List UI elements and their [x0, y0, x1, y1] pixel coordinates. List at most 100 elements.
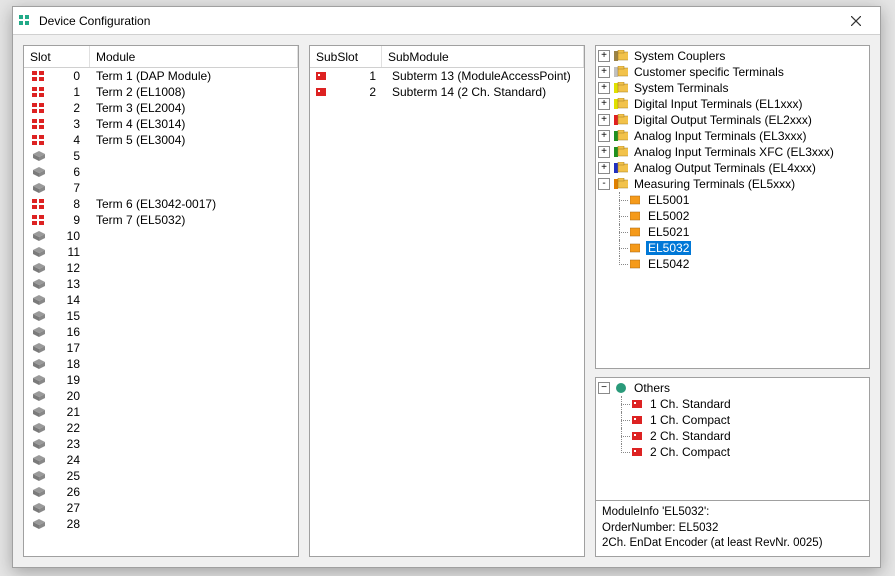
- expand-toggle[interactable]: +: [598, 50, 610, 62]
- slot-row[interactable]: 22: [24, 420, 298, 436]
- module-icon: [630, 430, 644, 442]
- slot-row[interactable]: 16: [24, 324, 298, 340]
- folder-icon: [614, 66, 628, 78]
- others-item[interactable]: 1 Ch. Compact: [598, 412, 867, 428]
- catalog-category[interactable]: + System Couplers: [598, 48, 867, 64]
- slot-number: 8: [52, 197, 90, 211]
- expand-toggle[interactable]: +: [598, 114, 610, 126]
- slot-row[interactable]: 1Term 2 (EL1008): [24, 84, 298, 100]
- catalog-category[interactable]: +Digital Input Terminals (EL1xxx): [598, 96, 867, 112]
- slot-row[interactable]: 12: [24, 260, 298, 276]
- slot-row[interactable]: 2Term 3 (EL2004): [24, 100, 298, 116]
- slot-row[interactable]: 7: [24, 180, 298, 196]
- empty-slot-icon: [24, 231, 52, 241]
- slot-number: 1: [52, 85, 90, 99]
- catalog-item[interactable]: EL5002: [598, 208, 867, 224]
- empty-slot-icon: [24, 327, 52, 337]
- slot-row[interactable]: 0Term 1 (DAP Module): [24, 68, 298, 84]
- catalog-category[interactable]: +Digital Output Terminals (EL2xxx): [598, 112, 867, 128]
- slot-number: 12: [52, 261, 90, 275]
- slot-row[interactable]: 28: [24, 516, 298, 532]
- slot-row[interactable]: 21: [24, 404, 298, 420]
- slot-number: 9: [52, 213, 90, 227]
- slot-row[interactable]: 5: [24, 148, 298, 164]
- empty-slot-icon: [24, 423, 52, 433]
- terminal-icon: [628, 194, 642, 206]
- expand-toggle[interactable]: +: [598, 82, 610, 94]
- others-item[interactable]: 2 Ch. Compact: [598, 444, 867, 460]
- catalog-category[interactable]: +Analog Output Terminals (EL4xxx): [598, 160, 867, 176]
- slot-row[interactable]: 6: [24, 164, 298, 180]
- slot-row[interactable]: 11: [24, 244, 298, 260]
- category-label: Analog Input Terminals (EL3xxx): [632, 129, 809, 143]
- slot-number: 7: [52, 181, 90, 195]
- module-info-box: ModuleInfo 'EL5032': OrderNumber: EL5032…: [596, 500, 869, 556]
- slot-row[interactable]: 19: [24, 372, 298, 388]
- catalog-item[interactable]: EL5042: [598, 256, 867, 272]
- slot-row[interactable]: 8Term 6 (EL3042-0017): [24, 196, 298, 212]
- slot-row[interactable]: 26: [24, 484, 298, 500]
- empty-slot-icon: [24, 519, 52, 529]
- folder-icon: [614, 146, 628, 158]
- expand-toggle[interactable]: +: [598, 130, 610, 142]
- slot-number: 20: [52, 389, 90, 403]
- catalog-category[interactable]: + Customer specific Terminals: [598, 64, 867, 80]
- category-label: Customer specific Terminals: [632, 65, 786, 79]
- slot-row[interactable]: 25: [24, 468, 298, 484]
- subslots-listview[interactable]: SubSlot SubModule 1Subterm 13 (ModuleAcc…: [310, 46, 584, 556]
- slot-row[interactable]: 17: [24, 340, 298, 356]
- expand-toggle[interactable]: +: [598, 146, 610, 158]
- module-name: Term 4 (EL3014): [90, 117, 298, 131]
- slot-row[interactable]: 23: [24, 436, 298, 452]
- col-module[interactable]: Module: [90, 46, 298, 67]
- slot-row[interactable]: 24: [24, 452, 298, 468]
- slots-listview[interactable]: Slot Module 0Term 1 (DAP Module)1Term 2 …: [24, 46, 298, 556]
- catalog-category[interactable]: -Measuring Terminals (EL5xxx): [598, 176, 867, 192]
- others-item[interactable]: 2 Ch. Standard: [598, 428, 867, 444]
- slot-row[interactable]: 10: [24, 228, 298, 244]
- others-root[interactable]: −Others: [598, 380, 867, 396]
- device-config-window: Device Configuration Slot Module 0Term 1…: [12, 6, 881, 568]
- slot-row[interactable]: 3Term 4 (EL3014): [24, 116, 298, 132]
- others-tree[interactable]: −Others1 Ch. Standard1 Ch. Compact2 Ch. …: [596, 378, 869, 500]
- catalog-item[interactable]: EL5021: [598, 224, 867, 240]
- slot-row[interactable]: 4Term 5 (EL3004): [24, 132, 298, 148]
- group-icon: [614, 382, 628, 394]
- others-item[interactable]: 1 Ch. Standard: [598, 396, 867, 412]
- slot-number: 19: [52, 373, 90, 387]
- catalog-category[interactable]: + Analog Input Terminals XFC (EL3xxx): [598, 144, 867, 160]
- catalog-category[interactable]: +System Terminals: [598, 80, 867, 96]
- slot-number: 23: [52, 437, 90, 451]
- slot-row[interactable]: 20: [24, 388, 298, 404]
- catalog-tree[interactable]: + System Couplers + Customer specific Termi…: [596, 46, 869, 368]
- slot-number: 15: [52, 309, 90, 323]
- slot-number: 0: [52, 69, 90, 83]
- expand-toggle[interactable]: +: [598, 66, 610, 78]
- catalog-category[interactable]: + Analog Input Terminals (EL3xxx): [598, 128, 867, 144]
- expand-toggle[interactable]: +: [598, 98, 610, 110]
- module-icon: [630, 446, 644, 458]
- col-slot[interactable]: Slot: [24, 46, 90, 67]
- slot-number: 24: [52, 453, 90, 467]
- subslot-row[interactable]: 1Subterm 13 (ModuleAccessPoint): [310, 68, 584, 84]
- client-area: Slot Module 0Term 1 (DAP Module)1Term 2 …: [13, 35, 880, 567]
- slot-row[interactable]: 14: [24, 292, 298, 308]
- subslot-row[interactable]: 2Subterm 14 (2 Ch. Standard): [310, 84, 584, 100]
- catalog-item[interactable]: EL5001: [598, 192, 867, 208]
- category-label: Analog Input Terminals XFC (EL3xxx): [632, 145, 836, 159]
- category-label: System Couplers: [632, 49, 727, 63]
- empty-slot-icon: [24, 343, 52, 353]
- expand-toggle[interactable]: +: [598, 162, 610, 174]
- terminal-label: EL5021: [646, 225, 691, 239]
- slot-row[interactable]: 13: [24, 276, 298, 292]
- close-button[interactable]: [836, 10, 876, 32]
- slot-row[interactable]: 15: [24, 308, 298, 324]
- slot-row[interactable]: 9Term 7 (EL5032): [24, 212, 298, 228]
- slot-row[interactable]: 18: [24, 356, 298, 372]
- expand-toggle[interactable]: -: [598, 178, 610, 190]
- slot-row[interactable]: 27: [24, 500, 298, 516]
- catalog-item[interactable]: EL5032: [598, 240, 867, 256]
- col-submodule[interactable]: SubModule: [382, 46, 584, 67]
- col-subslot[interactable]: SubSlot: [310, 46, 382, 67]
- expand-toggle[interactable]: −: [598, 382, 610, 394]
